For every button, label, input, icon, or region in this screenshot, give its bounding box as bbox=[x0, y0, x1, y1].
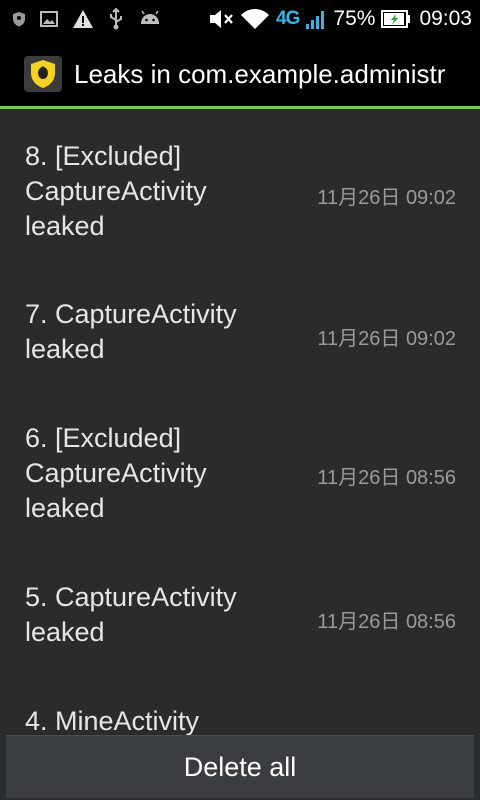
warning-icon bbox=[72, 9, 94, 29]
shield-icon bbox=[12, 11, 26, 27]
list-item[interactable]: 4. MineActivity bbox=[0, 704, 480, 735]
list-item[interactable]: 7. CaptureActivity leaked 11月26日 09:02 bbox=[0, 297, 480, 377]
android-icon bbox=[138, 10, 162, 28]
leak-time: 11月26日 09:02 bbox=[317, 328, 456, 350]
battery-percent: 75% bbox=[333, 7, 376, 30]
leak-title: 8. [Excluded] CaptureActivity leaked bbox=[25, 141, 207, 241]
list-item[interactable]: 5. CaptureActivity leaked 11月26日 08:56 bbox=[0, 580, 480, 660]
network-type-label: 4G bbox=[276, 8, 300, 29]
action-bar: Leaks in com.example.administr bbox=[0, 38, 480, 106]
leak-time: 11月26日 08:56 bbox=[317, 611, 456, 633]
battery-charging-icon bbox=[381, 9, 411, 29]
page-title: Leaks in com.example.administr bbox=[74, 59, 446, 89]
list-item[interactable]: 6. [Excluded] CaptureActivity leaked 11月… bbox=[0, 421, 480, 531]
bottom-bar: Delete all bbox=[0, 735, 480, 800]
signal-icon bbox=[305, 8, 327, 30]
leak-title: 4. MineActivity bbox=[25, 706, 200, 735]
leak-time: 11月26日 08:56 bbox=[317, 467, 456, 489]
status-notifications bbox=[12, 0, 162, 38]
status-bar: 4G 75% 09:03 bbox=[0, 0, 480, 38]
leak-title: 6. [Excluded] CaptureActivity leaked bbox=[25, 423, 207, 523]
leak-title: 7. CaptureActivity leaked bbox=[25, 299, 237, 364]
delete-all-button[interactable]: Delete all bbox=[6, 735, 474, 798]
leaks-screen: 4G 75% 09:03 Leaks in com.example.admini… bbox=[0, 0, 480, 800]
mute-icon bbox=[208, 8, 234, 30]
status-system: 4G 75% 09:03 bbox=[208, 0, 472, 38]
list-item[interactable]: 8. [Excluded] CaptureActivity leaked 11月… bbox=[0, 139, 480, 249]
status-clock: 09:03 bbox=[419, 7, 472, 30]
image-icon bbox=[40, 11, 58, 27]
leak-title: 5. CaptureActivity leaked bbox=[25, 582, 237, 647]
wifi-icon bbox=[240, 7, 270, 31]
leak-canary-icon[interactable] bbox=[24, 56, 62, 92]
usb-icon bbox=[108, 8, 124, 30]
leak-list[interactable]: 8. [Excluded] CaptureActivity leaked 11月… bbox=[0, 109, 480, 735]
leak-time: 11月26日 09:02 bbox=[317, 187, 456, 209]
